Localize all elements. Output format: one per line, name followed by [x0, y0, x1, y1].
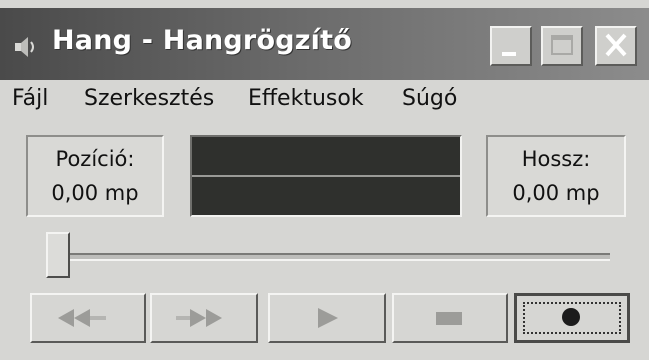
- maximize-icon: [551, 35, 573, 55]
- position-label: Pozíció:: [55, 147, 135, 171]
- length-panel: Hossz: 0,00 mp: [486, 135, 626, 217]
- play-button[interactable]: [268, 293, 386, 343]
- close-button[interactable]: [595, 26, 637, 66]
- stop-button[interactable]: [392, 293, 508, 343]
- minimize-button[interactable]: [490, 26, 532, 66]
- fast-forward-icon: [176, 309, 222, 327]
- close-icon: [605, 33, 627, 57]
- length-label: Hossz:: [521, 147, 591, 171]
- menu-bar: Fájl Szerkesztés Effektusok Súgó: [0, 82, 649, 118]
- menu-file[interactable]: Fájl: [12, 86, 48, 111]
- seek-slider-thumb[interactable]: [46, 232, 70, 278]
- menu-effects[interactable]: Effektusok: [248, 86, 364, 111]
- title-bar[interactable]: Hang - Hangrögzítő: [0, 8, 649, 80]
- stop-icon: [436, 312, 462, 325]
- play-icon: [318, 308, 338, 328]
- position-value: 0,00 mp: [51, 181, 139, 205]
- waveform-display: [190, 135, 462, 217]
- speaker-icon: [15, 37, 34, 57]
- fast-forward-button[interactable]: [150, 293, 258, 343]
- sound-recorder-window: Hang - Hangrögzítő Fájl Szerkesztés Effe…: [0, 0, 649, 360]
- menu-edit[interactable]: Szerkesztés: [84, 86, 214, 111]
- record-button[interactable]: [514, 293, 630, 343]
- window-title: Hang - Hangrögzítő: [52, 25, 352, 56]
- record-icon: [562, 308, 580, 326]
- waveform-baseline: [192, 175, 460, 177]
- menu-help[interactable]: Súgó: [402, 86, 457, 111]
- rewind-button[interactable]: [30, 293, 146, 343]
- maximize-button[interactable]: [541, 26, 583, 66]
- position-panel: Pozíció: 0,00 mp: [26, 135, 164, 217]
- length-value: 0,00 mp: [512, 181, 600, 205]
- rewind-icon: [58, 309, 106, 327]
- minimize-icon: [502, 52, 516, 56]
- seek-slider-track[interactable]: [64, 253, 610, 261]
